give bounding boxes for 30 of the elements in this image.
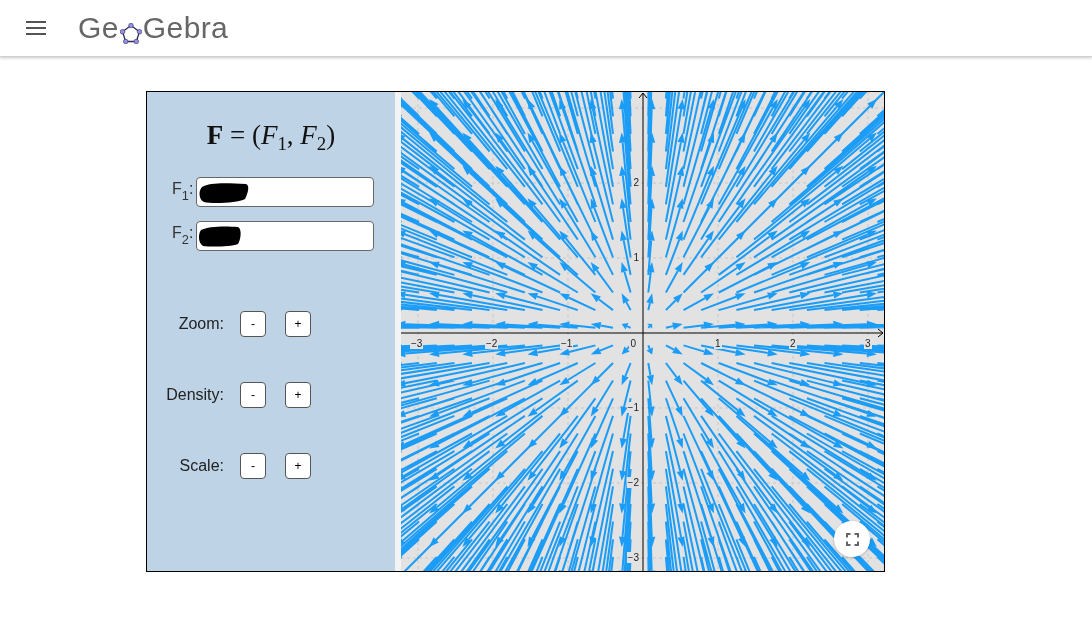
axis-tick-label: −1 xyxy=(626,402,640,413)
fullscreen-icon xyxy=(845,532,859,546)
axis-tick-label: 2 xyxy=(632,177,640,188)
menu-button[interactable] xyxy=(26,21,46,35)
axis-tick-label: −1 xyxy=(560,338,574,349)
axis-tick-label: −3 xyxy=(410,338,424,349)
logo-text: Gebra xyxy=(142,13,229,43)
pentagon-logo-icon xyxy=(119,23,142,44)
axis-tick-label: 2 xyxy=(789,338,797,349)
increase-button[interactable]: + xyxy=(285,381,311,408)
axis-tick-label: 3 xyxy=(864,338,872,349)
control-label: Density: xyxy=(165,385,224,404)
field-label: F$_{2}$: xyxy=(172,224,195,248)
axis-tick-label: 1 xyxy=(714,338,722,349)
increase-button[interactable]: + xyxy=(285,452,311,479)
menu-icon xyxy=(26,21,46,35)
increase-button[interactable]: + xyxy=(285,310,311,337)
axis-tick-label: −2 xyxy=(485,338,499,349)
control-label: Zoom: xyxy=(177,314,224,333)
decrease-button[interactable]: - xyxy=(240,381,266,408)
decrease-button[interactable]: - xyxy=(240,452,266,479)
axis-tick-label: −2 xyxy=(626,477,640,488)
axis-tick-label: −3 xyxy=(626,552,640,563)
decrease-button[interactable]: - xyxy=(240,310,266,337)
control-label: Scale: xyxy=(178,456,224,475)
formula-text: F = (F$_{1}$, F$_{2}$) xyxy=(206,119,336,156)
field-label: F$_{1}$: xyxy=(172,180,195,204)
logo-text: Ge xyxy=(78,13,119,43)
axis-tick-label: 1 xyxy=(632,252,640,263)
axis-tick-label: 0 xyxy=(629,338,637,349)
